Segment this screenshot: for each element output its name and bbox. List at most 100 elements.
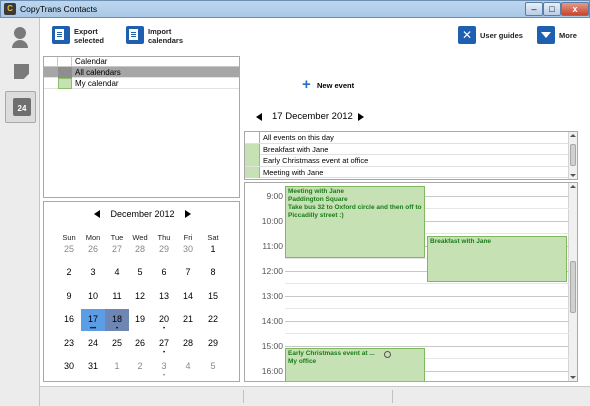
calendar-day[interactable]: 2	[128, 356, 152, 378]
half-hour-gridline	[285, 283, 569, 284]
calendar-day[interactable]: 29	[201, 333, 225, 355]
prev-day-arrow-icon[interactable]	[256, 113, 262, 121]
calendar-day[interactable]: 14	[176, 286, 200, 308]
day-number: 25	[63, 244, 74, 254]
calendar-day[interactable]: 19	[128, 309, 152, 331]
calendar-day[interactable]: 30	[57, 356, 81, 378]
calendar-day[interactable]: 25	[57, 239, 81, 261]
nav-calendars[interactable]: 24	[5, 91, 36, 123]
event-dots: •	[162, 373, 166, 379]
calendar-day[interactable]: 1	[105, 356, 129, 378]
next-day-arrow-icon[interactable]	[358, 113, 364, 121]
user-guides-button[interactable]: ✕ User guides	[458, 25, 526, 49]
day-number: 22	[207, 314, 218, 324]
calendar-day[interactable]: 15	[201, 286, 225, 308]
calendar-day[interactable]: 4	[105, 262, 129, 284]
calendar-day[interactable]: 31	[81, 356, 105, 378]
calendar-day[interactable]: 8	[201, 262, 225, 284]
event-breakfast-with-jane[interactable]: Breakfast with Jane	[427, 236, 567, 282]
hour-label: 15:00	[261, 341, 283, 351]
close-button[interactable]: x	[561, 2, 589, 16]
calendar-day[interactable]: 27	[105, 239, 129, 261]
more-button[interactable]: More	[537, 25, 581, 49]
calendar-day[interactable]: 28	[176, 333, 200, 355]
calendar-day[interactable]: 30	[176, 239, 200, 261]
nav-contacts[interactable]	[5, 22, 36, 54]
minimize-button[interactable]: –	[525, 2, 543, 16]
calendar-day[interactable]: 23	[57, 333, 81, 355]
calendar-day[interactable]: 20 •	[152, 309, 176, 332]
calendar-list-header: Calendar	[44, 57, 239, 67]
calendar-day[interactable]: 28	[128, 239, 152, 261]
day-number: 25	[111, 338, 122, 348]
calendar-day[interactable]: 26	[81, 239, 105, 261]
calendar-day[interactable]: 6	[152, 262, 176, 284]
scroll-up-icon[interactable]	[570, 185, 576, 188]
scroll-down-icon[interactable]	[570, 376, 576, 379]
calendar-day[interactable]: 26	[128, 333, 152, 355]
dayview-scrollbar[interactable]	[568, 183, 577, 381]
left-navigation: 24	[0, 18, 40, 406]
event-early-christmass[interactable]: Early Christmass event at ... My office	[285, 348, 425, 381]
calendar-swatch	[58, 67, 72, 78]
day-number: 18	[111, 314, 122, 324]
day-number: 23	[63, 338, 74, 348]
scroll-down-icon[interactable]	[570, 174, 576, 177]
calendar-day[interactable]: 7	[176, 262, 200, 284]
calendar-row-my[interactable]: My calendar	[44, 78, 239, 89]
calendar-day[interactable]: 5	[128, 262, 152, 284]
calendar-day[interactable]: 9	[57, 286, 81, 308]
calendar-day[interactable]: 21	[176, 309, 200, 331]
calendar-row-all[interactable]: All calendars	[44, 67, 239, 78]
maximize-button[interactable]: □	[543, 2, 561, 16]
calendar-name: All calendars	[75, 68, 121, 77]
person-icon	[12, 27, 28, 48]
day-number: 1	[114, 361, 120, 371]
scroll-thumb[interactable]	[570, 261, 576, 313]
calendar-day[interactable]: 4	[176, 356, 200, 378]
list-item[interactable]: Breakfast with Jane	[245, 143, 577, 155]
event-meeting-with-jane[interactable]: Meeting with Jane Paddington Square Take…	[285, 186, 425, 258]
status-bar	[40, 386, 590, 406]
day-number: 21	[182, 314, 193, 324]
day-number: 2	[137, 361, 143, 371]
scroll-thumb[interactable]	[570, 144, 576, 166]
calendar-day[interactable]: 3	[81, 262, 105, 284]
calendar-day[interactable]: 29	[152, 239, 176, 261]
calendar-column-header: Calendar	[75, 57, 108, 66]
calendar-day[interactable]: 25	[105, 333, 129, 355]
day-number: 20	[158, 314, 169, 324]
calendar-day[interactable]: 17 •••	[81, 309, 105, 332]
hour-label: 10:00	[261, 216, 283, 226]
export-selected-button[interactable]: Export selected	[52, 25, 114, 49]
day-number: 15	[207, 291, 218, 301]
event-swatch	[245, 155, 260, 166]
list-item[interactable]: Meeting with Jane	[245, 166, 577, 178]
calendar-day[interactable]: 13	[152, 286, 176, 308]
hour-label: 11:00	[262, 241, 283, 251]
calendar-day[interactable]: 18 •	[105, 309, 129, 332]
calendar-day[interactable]: 16	[57, 309, 81, 331]
calendar-day[interactable]: 12	[128, 286, 152, 308]
scroll-up-icon[interactable]	[570, 134, 576, 137]
calendar-day[interactable]: 1	[201, 239, 225, 261]
calendar-day[interactable]: 10	[81, 286, 105, 308]
import-calendars-button[interactable]: Import calendars	[126, 25, 192, 49]
calendar-day[interactable]: 27 •	[152, 333, 176, 356]
hour-label: 9:00	[266, 191, 283, 201]
events-scrollbar[interactable]	[568, 132, 577, 179]
next-month-arrow-icon[interactable]	[185, 210, 191, 218]
calendar-day[interactable]: 3 •	[152, 356, 176, 379]
event-dots: •	[162, 326, 166, 332]
calendar-day[interactable]: 22	[201, 309, 225, 331]
day-number: 2	[66, 267, 72, 277]
list-item[interactable]: Early Christmass event at office	[245, 155, 577, 167]
calendar-icon: 24	[13, 98, 31, 116]
calendar-day[interactable]: 24	[81, 333, 105, 355]
nav-notes[interactable]	[5, 56, 36, 88]
window-title: CopyTrans Contacts	[20, 4, 98, 14]
calendar-day[interactable]: 2	[57, 262, 81, 284]
calendar-day[interactable]: 5	[201, 356, 225, 378]
day-number: 6	[161, 267, 167, 277]
calendar-day[interactable]: 11	[105, 286, 129, 308]
